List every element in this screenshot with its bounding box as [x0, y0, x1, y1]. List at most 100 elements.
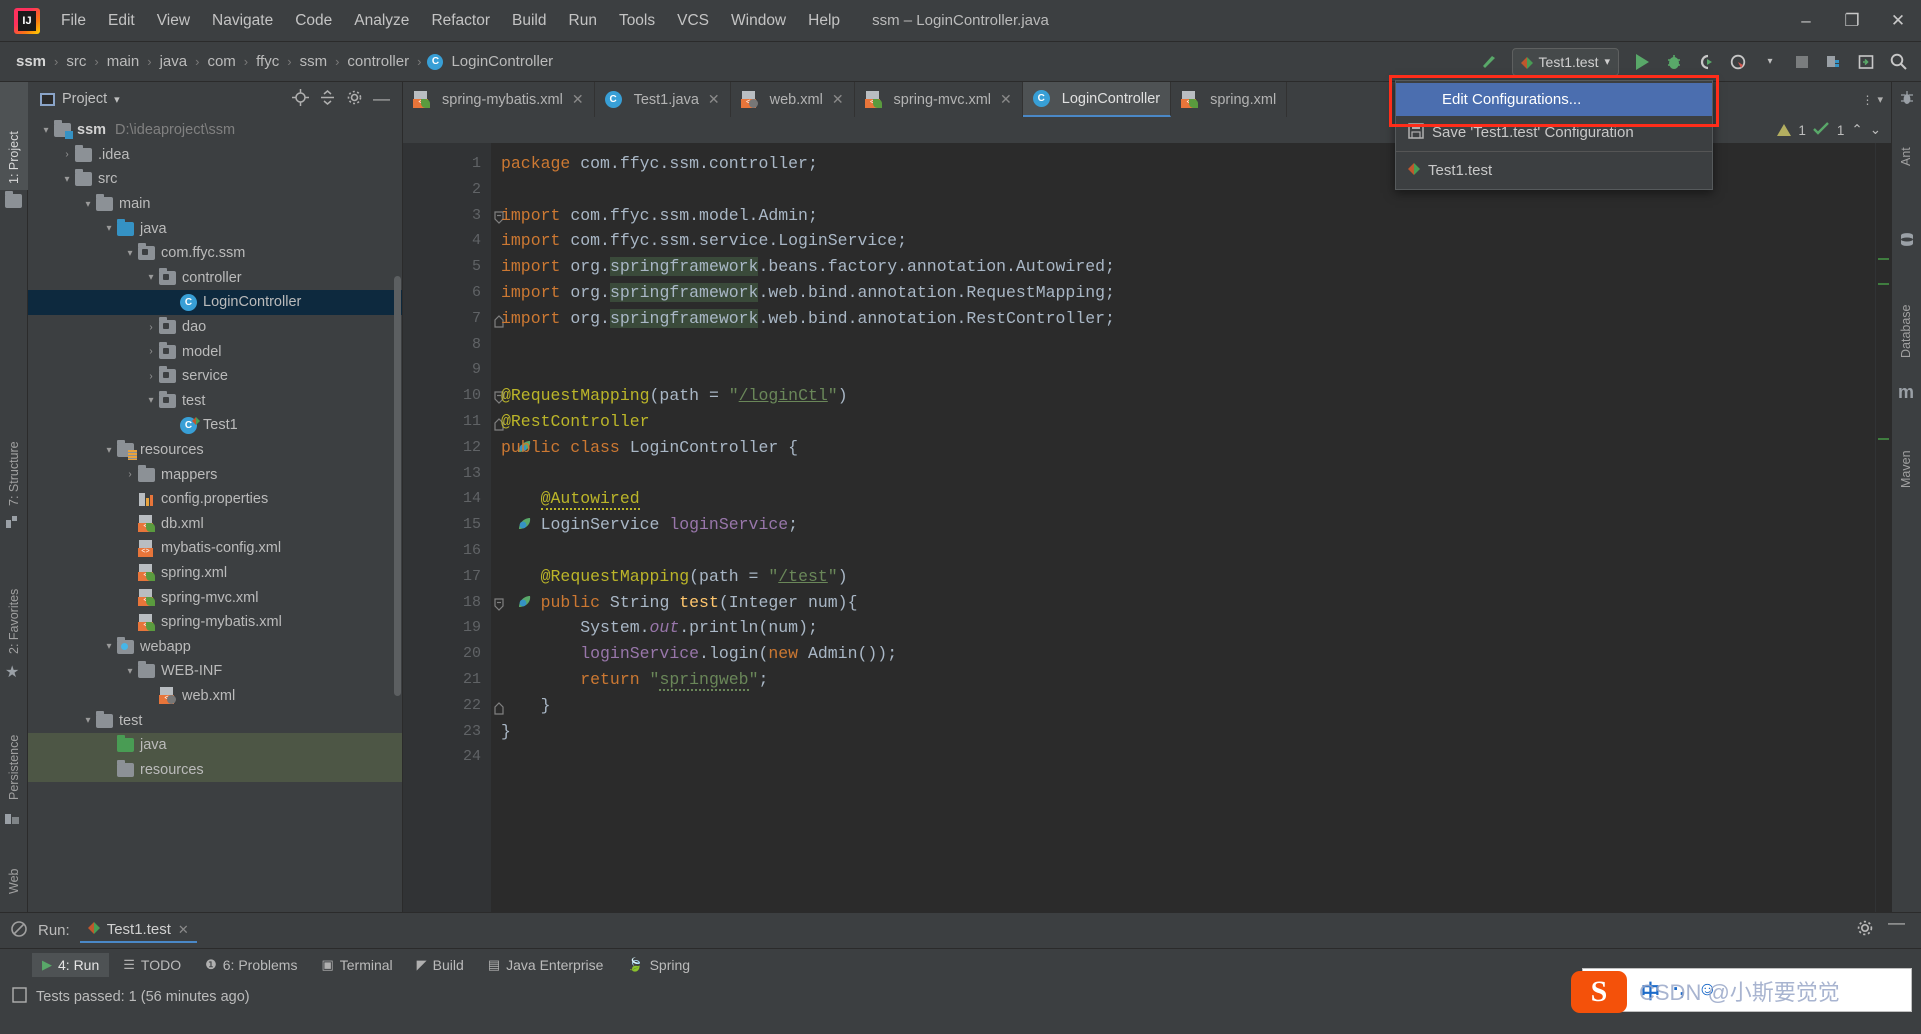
- bottom-tab-java-enterprise[interactable]: ▤ Java Enterprise: [478, 953, 614, 977]
- code-line[interactable]: public class LoginController {: [491, 435, 1875, 461]
- menu-item-refactor[interactable]: Refactor: [420, 8, 501, 34]
- bottom-tab-todo[interactable]: ☰ TODO: [113, 953, 191, 977]
- editor-marker-bar[interactable]: [1875, 143, 1891, 912]
- tree-node[interactable]: ▾ resources: [28, 438, 402, 463]
- close-button[interactable]: ✕: [1875, 0, 1921, 42]
- line-number[interactable]: 6: [403, 280, 491, 306]
- menu-item-window[interactable]: Window: [720, 8, 797, 34]
- line-number[interactable]: 20: [403, 641, 491, 667]
- menu-item-view[interactable]: View: [146, 8, 201, 34]
- breadcrumb-item-controller[interactable]: controller: [345, 51, 411, 72]
- menu-item-run[interactable]: Run: [558, 8, 608, 34]
- chevron-right-icon[interactable]: ›: [143, 371, 159, 382]
- gear-icon[interactable]: [1856, 919, 1874, 942]
- code-line[interactable]: [491, 461, 1875, 487]
- tree-node[interactable]: › dao: [28, 315, 402, 340]
- line-number[interactable]: 11: [403, 409, 504, 435]
- tree-node[interactable]: ▾ WEB-INF: [28, 659, 402, 684]
- line-number[interactable]: 7: [403, 306, 504, 332]
- chevron-right-icon[interactable]: ›: [143, 322, 159, 333]
- sidebar-item-ant[interactable]: Ant: [1892, 110, 1920, 172]
- chevron-down-icon[interactable]: ▾: [122, 666, 138, 677]
- breadcrumb-item-ssm[interactable]: ssm: [14, 51, 48, 72]
- code-line[interactable]: @RequestMapping(path = "/test"): [491, 564, 1875, 590]
- run-configuration-dropdown[interactable]: Edit Configurations... Save 'Test1.test' …: [1395, 80, 1713, 190]
- dropdown-item-1[interactable]: Save 'Test1.test' Configuration: [1396, 116, 1712, 149]
- code-line[interactable]: System.out.println(num);: [491, 615, 1875, 641]
- chevron-down-icon[interactable]: ▾: [80, 715, 96, 726]
- breadcrumb-item-java[interactable]: java: [158, 51, 190, 72]
- sidebar-item-favorites[interactable]: 2: Favorites: [0, 532, 28, 660]
- tree-node[interactable]: ▾ java: [28, 216, 402, 241]
- breadcrumb-item-current[interactable]: LoginController: [449, 51, 555, 72]
- line-number[interactable]: 16: [403, 538, 491, 564]
- sidebar-item-structure[interactable]: 7: Structure: [0, 382, 28, 512]
- close-icon[interactable]: ✕: [708, 91, 720, 108]
- chevron-down-icon[interactable]: ▾: [101, 445, 117, 456]
- close-icon[interactable]: ✕: [832, 91, 844, 108]
- line-number[interactable]: 5: [403, 254, 491, 280]
- line-number[interactable]: 12: [403, 435, 531, 461]
- editor-gutter[interactable]: 1 2 3 4 5 6 7 8 9 10 11 12 13 14 15 16 17 18 19 20 21 22 23 24: [403, 143, 531, 912]
- line-number[interactable]: 1: [403, 151, 491, 177]
- maximize-button[interactable]: ❐: [1829, 0, 1875, 42]
- code-line[interactable]: @RestController: [491, 409, 1875, 435]
- more-tabs-icon[interactable]: ⋮: [1861, 93, 1873, 107]
- tree-node[interactable]: java: [28, 732, 402, 758]
- code-line[interactable]: [491, 357, 1875, 383]
- hide-icon[interactable]: —: [1888, 914, 1905, 942]
- line-number[interactable]: 23: [403, 719, 491, 745]
- editor-tab-web-xml[interactable]: < web.xml ✕: [731, 82, 855, 117]
- code-line[interactable]: return "springweb";: [491, 667, 1875, 693]
- breadcrumb-item-src[interactable]: src: [64, 51, 88, 72]
- tree-node[interactable]: resources: [28, 757, 402, 783]
- editor-tab-spring-mvc-xml[interactable]: < spring-mvc.xml ✕: [855, 82, 1023, 117]
- sidebar-item-database[interactable]: Database: [1892, 254, 1920, 364]
- bottom-tab-build[interactable]: ◤ Build: [407, 953, 474, 977]
- editor-tab-test1-java[interactable]: C Test1.java ✕: [595, 82, 731, 117]
- project-tree-scrollbar[interactable]: [394, 276, 401, 696]
- search-everywhere-icon[interactable]: [1883, 47, 1913, 77]
- locate-icon[interactable]: [292, 88, 309, 110]
- next-highlight-icon[interactable]: ⌄: [1870, 122, 1881, 138]
- chevron-right-icon[interactable]: ›: [143, 346, 159, 357]
- chevron-down-icon[interactable]: ▾: [1604, 55, 1610, 68]
- tree-node[interactable]: < spring.xml: [28, 561, 402, 586]
- line-number[interactable]: 21: [403, 667, 491, 693]
- chevron-down-icon[interactable]: ▾: [1755, 47, 1785, 77]
- code-line[interactable]: import org.springframework.web.bind.anno…: [491, 280, 1875, 306]
- tree-node[interactable]: ▾ main: [28, 192, 402, 217]
- sidebar-item-maven[interactable]: Maven: [1892, 408, 1920, 494]
- chevron-down-icon[interactable]: ▾: [38, 125, 54, 136]
- tree-node[interactable]: › .idea: [28, 143, 402, 168]
- chevron-down-icon[interactable]: ▾: [143, 272, 159, 283]
- line-number[interactable]: 22: [403, 693, 504, 719]
- code-line[interactable]: import org.springframework.beans.factory…: [491, 254, 1875, 280]
- chevron-right-icon[interactable]: ›: [59, 149, 75, 160]
- run-icon[interactable]: [1627, 47, 1657, 77]
- chevron-down-icon[interactable]: ▾: [101, 223, 117, 234]
- tree-node[interactable]: ▾ controller: [28, 266, 402, 291]
- line-number[interactable]: 2: [403, 177, 491, 203]
- dropdown-item-2[interactable]: Test1.test: [1396, 154, 1712, 187]
- tree-node[interactable]: <> mybatis-config.xml: [28, 536, 402, 561]
- chevron-down-icon[interactable]: ▾: [101, 641, 117, 652]
- line-number[interactable]: 4: [403, 228, 491, 254]
- line-number[interactable]: 13: [403, 461, 491, 487]
- update-application-icon[interactable]: [1851, 47, 1881, 77]
- chevron-down-icon[interactable]: ▾: [80, 199, 96, 210]
- chevron-right-icon[interactable]: ›: [122, 469, 138, 480]
- menu-item-help[interactable]: Help: [797, 8, 851, 34]
- tree-node[interactable]: C Test1: [28, 413, 402, 438]
- tree-node[interactable]: < db.xml: [28, 512, 402, 537]
- tree-node[interactable]: ▾ test: [28, 389, 402, 414]
- bottom-tab-spring[interactable]: 🍃 Spring: [617, 953, 700, 977]
- deploy-icon[interactable]: [1819, 47, 1849, 77]
- code-line[interactable]: @RequestMapping(path = "/loginCtl"): [491, 383, 1875, 409]
- code-line[interactable]: @Autowired: [491, 486, 1875, 512]
- gear-icon[interactable]: [346, 89, 363, 110]
- tree-node[interactable]: < spring-mvc.xml: [28, 585, 402, 610]
- close-icon[interactable]: ✕: [572, 91, 584, 108]
- sidebar-item-web[interactable]: Web: [0, 830, 28, 900]
- build-icon[interactable]: [1474, 47, 1504, 77]
